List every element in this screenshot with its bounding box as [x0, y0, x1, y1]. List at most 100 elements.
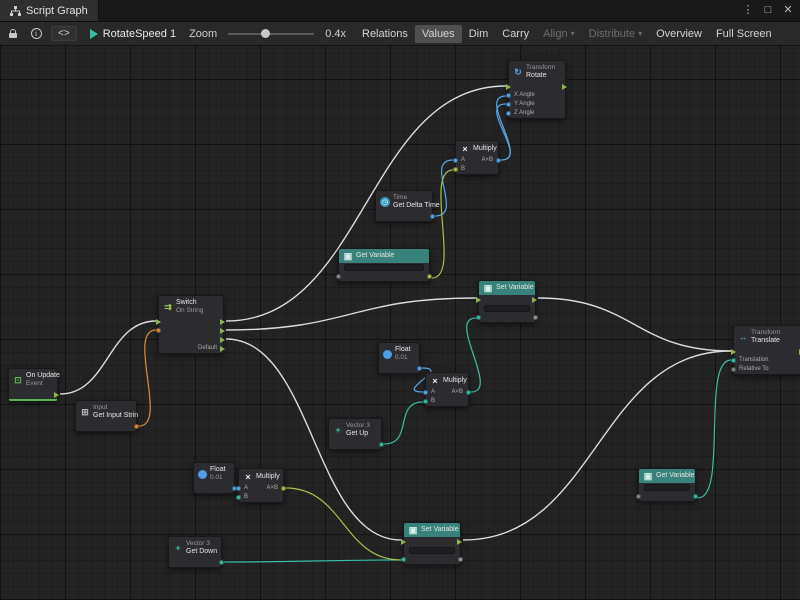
toolbar-button-carry[interactable]: Carry — [495, 25, 536, 43]
data-port[interactable] — [219, 560, 224, 565]
node-vector3-get-up[interactable]: +Vector 3Get Up — [328, 418, 382, 450]
wire-getup-to-multiply2[interactable] — [384, 402, 423, 444]
data-port[interactable] — [458, 557, 463, 562]
data-port[interactable] — [336, 274, 341, 279]
node-subtitle: Transform — [526, 64, 555, 72]
data-port[interactable] — [423, 399, 428, 404]
data-port[interactable] — [453, 158, 458, 163]
code-view-button[interactable]: <> — [51, 26, 77, 41]
data-port[interactable] — [453, 167, 458, 172]
node-float-1[interactable]: Float0.01 — [378, 342, 420, 374]
data-port[interactable] — [476, 315, 481, 320]
tab-script-graph[interactable]: Script Graph — [0, 0, 99, 21]
node-vector3-get-down[interactable]: +Vector 3Get Down — [168, 536, 222, 568]
data-port[interactable] — [401, 557, 406, 562]
node-switch-on-string[interactable]: ⇉SwitchOn StringDefault — [158, 295, 224, 354]
node-subtitle: Input — [93, 404, 138, 412]
data-port[interactable] — [466, 390, 471, 395]
flow-port[interactable] — [562, 84, 567, 90]
data-port[interactable] — [731, 367, 736, 372]
wire-setvariable2-to-translate[interactable] — [463, 351, 731, 540]
data-port[interactable] — [506, 93, 511, 98]
data-port[interactable] — [427, 274, 432, 279]
wire-input-to-switch[interactable] — [139, 330, 156, 426]
data-port[interactable] — [430, 214, 435, 219]
data-port[interactable] — [533, 315, 538, 320]
variable-name-field[interactable] — [644, 484, 690, 491]
graph-canvas[interactable]: ⊡On UpdateEvent ⊞InputGet Input Strin ⇉Swi… — [0, 46, 800, 600]
wire-getvariable1-to-multiply1[interactable] — [432, 170, 453, 278]
flow-port[interactable] — [156, 319, 161, 325]
wire-getvariable2-to-translate[interactable] — [698, 360, 731, 498]
port-label: A — [244, 484, 248, 493]
node-get-variable-2[interactable]: ▣Get Variable — [638, 468, 696, 502]
lock-button[interactable] — [3, 24, 23, 43]
data-port[interactable] — [636, 494, 641, 499]
toolbar-button-align[interactable]: Align▾ — [536, 25, 581, 43]
flow-port[interactable] — [532, 297, 537, 303]
zoom-slider[interactable] — [228, 33, 314, 35]
wire-update-to-switch[interactable] — [60, 321, 156, 394]
zoom-slider-thumb[interactable] — [261, 29, 270, 38]
data-port[interactable] — [417, 366, 422, 371]
flow-port[interactable] — [506, 84, 511, 90]
variable-name-field[interactable] — [409, 547, 455, 554]
variable-name-field[interactable] — [484, 305, 530, 312]
node-translate[interactable]: ↔TransformTranslateTranslationRelative T… — [733, 325, 800, 375]
data-port[interactable] — [281, 486, 286, 491]
flow-port[interactable] — [401, 539, 406, 545]
node-title-block: TransformRotate — [526, 64, 555, 80]
toolbar-button-relations[interactable]: Relations — [355, 25, 415, 43]
flow-port[interactable] — [731, 349, 736, 355]
port-label: Z Angle — [514, 109, 534, 118]
flow-port[interactable] — [220, 328, 225, 334]
node-on-update[interactable]: ⊡On UpdateEvent — [8, 368, 58, 401]
data-port[interactable] — [506, 102, 511, 107]
breadcrumb[interactable]: RotateSpeed 1 — [90, 28, 176, 40]
flow-port[interactable] — [220, 346, 225, 352]
node-get-input-string[interactable]: ⊞InputGet Input Strin — [75, 400, 137, 432]
wire-getdown-to-setvariable2[interactable] — [224, 560, 401, 562]
node-set-variable-2[interactable]: ▣Set Variable — [403, 522, 461, 565]
info-button[interactable]: i — [26, 24, 46, 43]
data-port[interactable] — [379, 442, 384, 447]
close-icon[interactable]: ✕ — [778, 0, 798, 21]
data-port[interactable] — [506, 111, 511, 116]
node-get-delta-time[interactable]: ◷TimeGet Delta Time — [375, 190, 433, 222]
wire-switch-to-rotate[interactable] — [226, 86, 506, 321]
toolbar-button-full-screen[interactable]: Full Screen — [709, 25, 779, 43]
node-port-row — [159, 326, 223, 335]
flow-port[interactable] — [54, 392, 59, 398]
maximize-icon[interactable]: □ — [758, 0, 778, 21]
wire-multiply3-to-setvariable2[interactable] — [286, 488, 401, 560]
node-multiply-2[interactable]: ×MultiplyAA×BB — [425, 372, 469, 407]
data-port[interactable] — [134, 424, 139, 429]
flow-port[interactable] — [457, 539, 462, 545]
data-port[interactable] — [236, 486, 241, 491]
data-port[interactable] — [423, 390, 428, 395]
toolbar-button-dim[interactable]: Dim — [462, 25, 496, 43]
node-title: Get Input Strin — [93, 412, 138, 420]
menu-icon[interactable]: ⋮ — [738, 0, 758, 21]
wire-setvariable1-to-translate[interactable] — [538, 298, 731, 351]
node-multiply-1[interactable]: ×MultiplyAA×BB — [455, 140, 499, 175]
node-float-2[interactable]: Float0.01 — [193, 462, 235, 494]
flow-port[interactable] — [220, 319, 225, 325]
data-port[interactable] — [693, 494, 698, 499]
wire-switch-to-setvariable1[interactable] — [226, 298, 476, 330]
data-port[interactable] — [236, 495, 241, 500]
toolbar-button-values[interactable]: Values — [415, 25, 462, 43]
node-rotate[interactable]: ↻TransformRotateX AngleY AngleZ Angle — [508, 60, 566, 119]
node-get-variable-1[interactable]: ▣Get Variable — [338, 248, 430, 282]
flow-port[interactable] — [220, 337, 225, 343]
data-port[interactable] — [731, 358, 736, 363]
data-port[interactable] — [156, 328, 161, 333]
flow-port[interactable] — [476, 297, 481, 303]
node-multiply-3[interactable]: ×MultiplyAA×BB — [238, 468, 284, 503]
toolbar-button-label: Dim — [469, 28, 489, 40]
toolbar-button-overview[interactable]: Overview — [649, 25, 709, 43]
data-port[interactable] — [496, 158, 501, 163]
variable-name-field[interactable] — [344, 264, 424, 271]
node-set-variable-1[interactable]: ▣Set Variable — [478, 280, 536, 323]
toolbar-button-distribute[interactable]: Distribute▾ — [582, 25, 649, 43]
